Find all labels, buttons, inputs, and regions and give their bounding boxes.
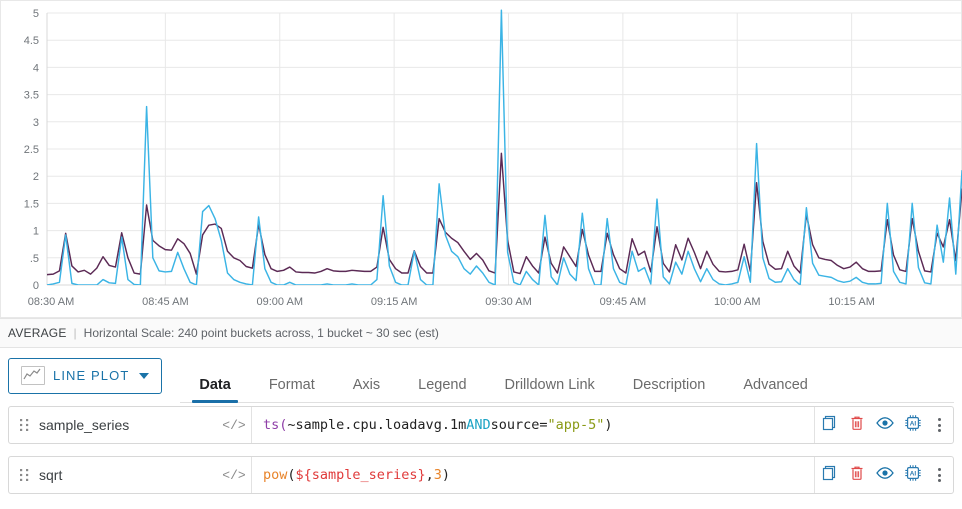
trash-icon <box>849 465 865 486</box>
trash-button[interactable] <box>843 457 871 493</box>
tab-advanced[interactable]: Advanced <box>724 377 827 404</box>
x-axis-tick-label: 10:00 AM <box>714 296 760 308</box>
query-token: ts( <box>263 417 288 433</box>
eye-button[interactable] <box>871 457 899 493</box>
tab-description[interactable]: Description <box>614 377 725 404</box>
query-token: AND <box>466 417 491 433</box>
expression-query-input[interactable]: ts(~sample.cpu.loadavg.1m AND source= "ap… <box>252 407 814 443</box>
y-axis-tick-label: .5 <box>30 253 39 265</box>
tab-axis[interactable]: Axis <box>334 377 399 404</box>
y-axis-tick-label: 4 <box>33 62 39 74</box>
tab-data[interactable]: Data <box>180 377 249 404</box>
plot-type-label: LINE PLOT <box>53 368 130 383</box>
tab-legend[interactable]: Legend <box>399 377 485 404</box>
eye-icon <box>876 466 894 485</box>
copy-button[interactable] <box>815 457 843 493</box>
x-axis-tick-label: 08:45 AM <box>142 296 188 308</box>
row-actions: AI <box>814 457 953 493</box>
y-axis-tick-label: 4.5 <box>24 35 39 47</box>
y-axis-tick-label: 1.5 <box>24 198 39 210</box>
expression-list: sample_series </> ts(~sample.cpu.loadavg.1… <box>0 403 962 494</box>
expression-query-input[interactable]: pow(${sample_series}, 3) <box>252 457 814 493</box>
code-toggle-icon[interactable]: </> <box>217 457 252 493</box>
x-axis-tick-label: 09:45 AM <box>600 296 646 308</box>
aggregation-label: AVERAGE <box>8 326 67 340</box>
copy-button[interactable] <box>815 407 843 443</box>
row-actions: AI <box>814 407 953 443</box>
ai-chip-button[interactable]: AI <box>899 407 927 443</box>
y-axis-tick-label: 2.5 <box>24 144 39 156</box>
chevron-down-icon <box>139 372 150 379</box>
query-token: 3 <box>433 467 442 483</box>
trash-icon <box>849 415 865 436</box>
query-token: ( <box>287 467 296 483</box>
tab-drilldown-link[interactable]: Drilldown Link <box>486 377 614 404</box>
line-chart-icon <box>21 366 45 385</box>
y-axis-tick-label: 3 <box>33 117 39 129</box>
eye-button[interactable] <box>871 407 899 443</box>
copy-icon <box>821 465 837 486</box>
y-axis-tick-label: 0 <box>33 280 39 292</box>
timeseries-chart-editor: 5 4.5 4 3.5 3 2.5 2 1.5 1.5 0 08:30 AM 08:45 AM 09:0… <box>0 0 962 509</box>
expression-row: sample_series </> ts(~sample.cpu.loadavg.1… <box>8 406 954 444</box>
query-token: "app-5" <box>547 417 605 433</box>
editor-toolbar: LINE PLOT Data Format Axis Legend Drilldown … <box>0 348 962 403</box>
tab-format[interactable]: Format <box>250 377 334 404</box>
line-chart[interactable]: 54.543.532.521.51.5008:30 AM 08:45 AM 09:0… <box>0 0 962 318</box>
y-axis-tick-label: 2 <box>33 171 39 183</box>
query-token: pow <box>263 467 288 483</box>
svg-text:AI: AI <box>910 470 917 477</box>
x-axis-tick-label: 09:30 AM <box>485 296 531 308</box>
query-token: ) <box>441 467 450 483</box>
kebab-menu-button[interactable] <box>927 407 951 443</box>
ai-chip-icon: AI <box>904 414 922 437</box>
query-token: source= <box>490 417 548 433</box>
ai-chip-icon: AI <box>904 464 922 487</box>
expression-name-input[interactable]: sample_series <box>39 407 217 443</box>
x-axis-tick-label: 09:15 AM <box>371 296 417 308</box>
trash-button[interactable] <box>843 407 871 443</box>
chart-panel[interactable]: 5 4.5 4 3.5 3 2.5 2 1.5 1.5 0 08:30 AM 08:45 AM 09:0… <box>0 0 962 318</box>
query-token: ${sample_series} <box>295 467 426 483</box>
kebab-menu-icon <box>937 468 941 482</box>
x-axis-tick-label: 08:30 AM <box>28 296 74 308</box>
copy-icon <box>821 415 837 436</box>
ai-chip-button[interactable]: AI <box>899 457 927 493</box>
editor-tabs: Data Format Axis Legend Drilldown Link Descri… <box>180 348 962 403</box>
horizontal-scale-label: Horizontal Scale: 240 point buckets acro… <box>83 326 439 340</box>
x-axis-tick-label: 09:00 AM <box>257 296 303 308</box>
y-axis-tick-label: 5 <box>33 8 39 20</box>
eye-icon <box>876 416 894 435</box>
query-token: , <box>425 467 434 483</box>
query-token: ) <box>604 417 613 433</box>
drag-handle-icon[interactable] <box>9 457 39 493</box>
expression-row: sqrt </> pow(${sample_series}, 3) AI <box>8 456 954 494</box>
x-axis-tick-label: 10:15 AM <box>828 296 874 308</box>
y-axis-tick-label: 1 <box>33 226 39 238</box>
query-token: ~sample.cpu.loadavg.1m <box>287 417 467 433</box>
svg-text:AI: AI <box>910 420 917 427</box>
y-axis-tick-label: 3.5 <box>24 90 39 102</box>
status-separator: | <box>73 326 77 340</box>
code-toggle-icon[interactable]: </> <box>217 407 252 443</box>
plot-type-button[interactable]: LINE PLOT <box>8 357 163 394</box>
expression-name-input[interactable]: sqrt <box>39 457 217 493</box>
kebab-menu-icon <box>937 418 941 432</box>
drag-handle-icon[interactable] <box>9 407 39 443</box>
chart-status-bar: AVERAGE | Horizontal Scale: 240 point bu… <box>0 318 962 348</box>
kebab-menu-button[interactable] <box>927 457 951 493</box>
